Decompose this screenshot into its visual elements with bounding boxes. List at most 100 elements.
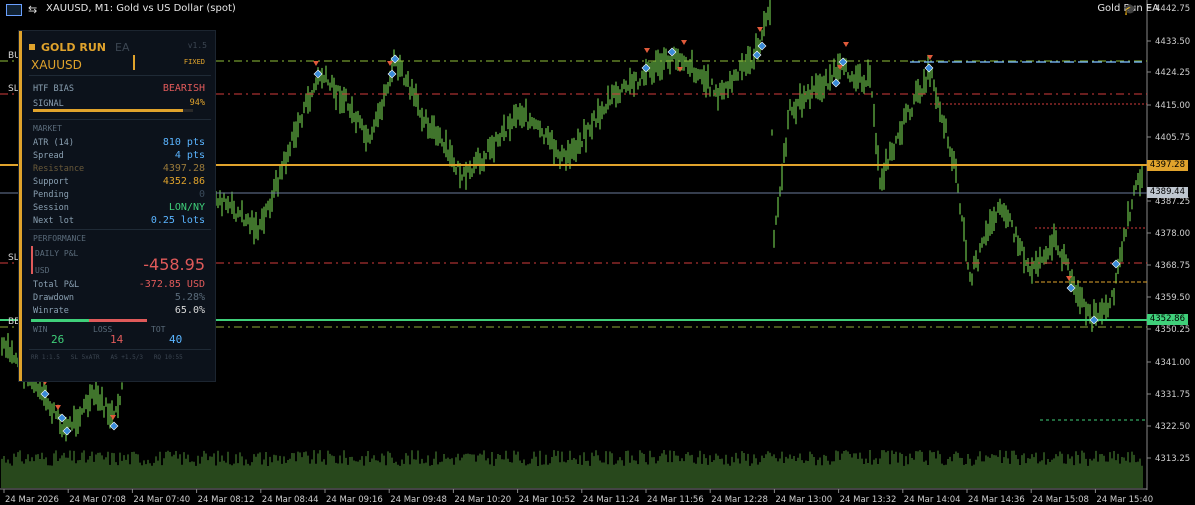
daily-pl-marker: [31, 246, 33, 274]
session-value: LON/NY: [168, 202, 205, 213]
next-lot-value: 0.25 lots: [150, 215, 205, 226]
buy-arrow-icon: [757, 41, 767, 51]
buy-arrow-icon: [57, 413, 67, 423]
resistance-price-tag: 4397.28: [1146, 160, 1188, 171]
spread-value: 4 pts: [174, 150, 205, 161]
panel-divider: [29, 349, 211, 350]
drawdown-value: 5.28%: [174, 292, 205, 303]
price-tick-label: 4405.75: [1155, 133, 1190, 143]
daily-pl-label: DAILY P&L: [35, 249, 79, 258]
sell-arrow-icon: [110, 415, 116, 420]
time-tick-label: 24 Mar 09:48: [390, 495, 447, 505]
price-tick-label: 4368.75: [1155, 261, 1190, 271]
time-tick-label: 24 Mar 13:32: [840, 495, 897, 505]
panel-footer: RR 1:1.5 SL 5xATR AS +1.5/3 RQ 10:55: [31, 354, 183, 361]
atr-value: 810 pts: [162, 137, 205, 148]
buy-arrow-icon: [641, 63, 651, 73]
panel-divider: [29, 119, 211, 120]
ea-dashboard-panel[interactable]: GOLD RUN EA v1.5 XAUUSD FIXED HTF BIAS B…: [18, 30, 216, 382]
loss-count: 14: [110, 333, 124, 346]
price-tick-label: 4331.75: [1155, 390, 1190, 400]
drawdown-label: Drawdown: [33, 293, 74, 303]
symbol-divider: [133, 55, 135, 70]
signal-bar-fill: [33, 109, 184, 112]
buy-arrow-icon: [313, 69, 323, 79]
one-click-trading-icon[interactable]: ⇆: [28, 3, 37, 16]
time-tick-label: 24 Mar 15:40: [1096, 495, 1153, 505]
loss-bar: [89, 319, 147, 322]
signal-bar-track: [33, 109, 193, 112]
win-count: 26: [51, 333, 65, 346]
panel-accent-bar: [19, 31, 22, 381]
support-price-tag: 4352.86: [1146, 314, 1188, 325]
price-tick-label: 4378.00: [1155, 229, 1190, 239]
signal-value: 94%: [189, 98, 205, 108]
time-tick-label: 24 Mar 12:28: [711, 495, 768, 505]
panel-divider: [29, 75, 211, 76]
time-tick-label: 24 Mar 10:52: [519, 495, 576, 505]
price-tick-label: 4415.00: [1155, 101, 1190, 111]
total-count: 40: [169, 333, 183, 346]
resistance-label: Resistance: [33, 164, 85, 174]
price-tick-label: 4341.00: [1155, 358, 1190, 368]
price-tick-label: 4359.50: [1155, 293, 1190, 303]
htf-bias-label: HTF BIAS: [33, 84, 74, 94]
time-tick-label: 24 Mar 08:44: [262, 495, 319, 505]
current-price-tag: 4389.44: [1146, 187, 1188, 198]
time-tick-label: 24 Mar 08:12: [198, 495, 255, 505]
time-tick-label: 24 Mar 14:04: [904, 495, 961, 505]
brand-suffix: EA: [115, 41, 130, 54]
performance-section-header: PERFORMANCE: [33, 234, 86, 243]
time-tick-label: 24 Mar 2026: [5, 495, 59, 505]
support-label: Support: [33, 177, 69, 187]
time-tick-label: 24 Mar 09:16: [326, 495, 383, 505]
chart-window-icon[interactable]: [6, 4, 22, 16]
price-tick-label: 4350.25: [1155, 325, 1190, 335]
chart-title: XAUUSD, M1: Gold vs US Dollar (spot): [46, 3, 236, 14]
pending-value: 0: [198, 189, 205, 200]
total-label: TOT: [151, 325, 166, 334]
chart-title-bar: ⇆ XAUUSD, M1: Gold vs US Dollar (spot): [0, 0, 1195, 18]
daily-pl-unit: USD: [35, 266, 50, 275]
pending-label: Pending: [33, 190, 69, 200]
sell-arrow-icon: [55, 405, 61, 410]
time-tick-label: 24 Mar 13:00: [775, 495, 832, 505]
mode-badge: FIXED: [183, 58, 205, 66]
time-tick-label: 24 Mar 11:24: [583, 495, 640, 505]
buy-arrow-icon: [109, 421, 119, 431]
resistance-value: 4397.28: [162, 163, 205, 174]
daily-pl-value: -458.95: [143, 255, 205, 274]
atr-label: ATR (14): [33, 138, 74, 148]
win-label: WIN: [33, 325, 48, 334]
time-tick-label: 24 Mar 07:08: [69, 495, 126, 505]
support-value: 4352.86: [162, 176, 205, 187]
price-tick-label: 4387.25: [1155, 197, 1190, 207]
time-tick-label: 24 Mar 15:08: [1032, 495, 1089, 505]
version-label: v1.5: [187, 41, 207, 50]
sell-arrow-icon: [644, 48, 650, 53]
buy-arrow-icon: [1111, 259, 1121, 269]
buy-arrow-icon: [1089, 315, 1099, 325]
session-label: Session: [33, 203, 69, 213]
sell-arrow-icon: [1066, 276, 1072, 281]
sell-arrow-icon: [681, 40, 687, 45]
market-section-header: MARKET: [33, 124, 62, 133]
buy-arrow-icon: [667, 47, 677, 57]
brand-title: GOLD RUN: [41, 41, 106, 54]
signal-label: SIGNAL: [33, 99, 64, 109]
winrate-value: 65.0%: [174, 305, 205, 316]
price-tick-label: 4313.25: [1155, 454, 1190, 464]
htf-bias-value: BEARISH: [162, 83, 205, 94]
total-pl-label: Total P&L: [33, 280, 80, 290]
total-pl-value: -372.85 USD: [138, 279, 205, 290]
buy-arrow-icon: [831, 78, 841, 88]
price-tick-label: 4433.50: [1155, 37, 1190, 47]
brand-dot-icon: [29, 44, 35, 50]
time-tick-label: 24 Mar 11:56: [647, 495, 704, 505]
sell-arrow-icon: [313, 61, 319, 66]
symbol-label: XAUUSD: [31, 58, 82, 72]
graduation-cap-icon[interactable]: 🎓: [1123, 3, 1137, 16]
sell-arrow-icon: [843, 42, 849, 47]
winrate-label: Winrate: [33, 306, 69, 316]
spread-label: Spread: [33, 151, 64, 161]
